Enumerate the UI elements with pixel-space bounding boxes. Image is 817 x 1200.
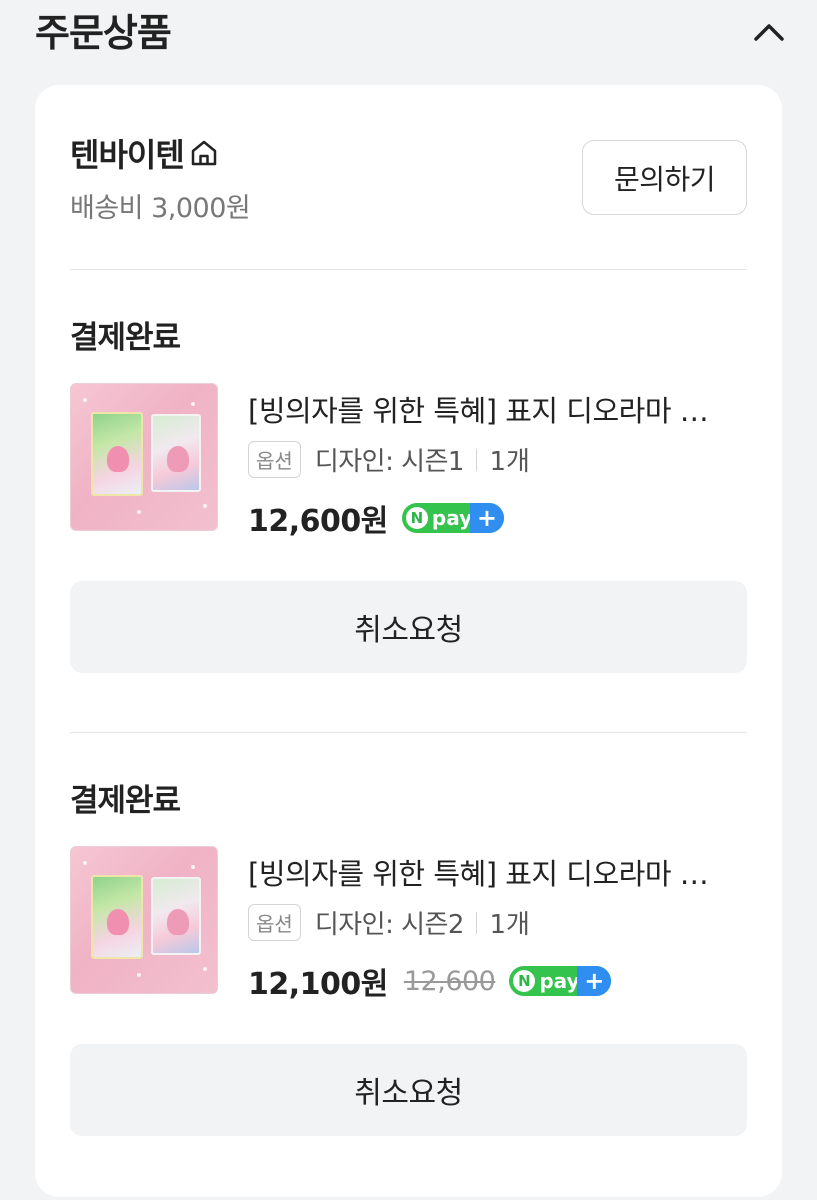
npay-plus-badge: N pay +	[509, 966, 612, 996]
shipping-fee: 배송비 3,000원	[70, 193, 251, 224]
option-row: 옵션 디자인: 시즌2 1개	[248, 904, 530, 941]
price-row: 12,100원 12,600 N pay +	[248, 959, 612, 1003]
product-name[interactable]: [빙의자를 위한 특혜] 표지 디오라마 아크릴 스탠드	[248, 851, 728, 893]
collapse-button[interactable]	[748, 12, 790, 52]
option-separator	[475, 448, 478, 471]
plus-icon: +	[577, 966, 612, 996]
npay-n-icon: N	[405, 507, 428, 529]
product-thumbnail[interactable]	[70, 383, 218, 531]
price: 12,100원	[248, 967, 388, 1002]
npay-plus-badge: N pay +	[401, 503, 504, 533]
option-row: 옵션 디자인: 시즌1 1개	[248, 441, 530, 478]
product-name[interactable]: [빙의자를 위한 특혜] 표지 디오라마 아크릴 스탠드	[248, 388, 728, 430]
option-text: 디자인: 시즌1	[314, 447, 465, 477]
option-text: 디자인: 시즌2	[314, 910, 465, 940]
cancel-request-button[interactable]: 취소요청	[70, 581, 747, 673]
order-status: 결제완료	[70, 320, 181, 356]
order-status: 결제완료	[70, 783, 181, 819]
option-badge: 옵션	[248, 904, 301, 941]
option-separator	[475, 911, 478, 934]
inquiry-button[interactable]: 문의하기	[582, 140, 747, 215]
seller-name[interactable]: 텐바이텐	[70, 130, 185, 176]
cancel-request-button[interactable]: 취소요청	[70, 1044, 747, 1136]
option-badge: 옵션	[248, 441, 301, 478]
price: 12,600원	[248, 504, 388, 539]
seller-row[interactable]: 텐바이텐	[70, 130, 220, 176]
original-price: 12,600	[403, 965, 496, 997]
quantity: 1개	[489, 447, 530, 477]
order-items-header[interactable]: 주문상품	[0, 0, 817, 62]
product-thumbnail[interactable]	[70, 846, 218, 994]
quantity: 1개	[489, 910, 530, 940]
divider	[70, 732, 747, 733]
section-title: 주문상품	[35, 11, 172, 55]
plus-icon: +	[469, 503, 504, 533]
chevron-up-icon	[754, 24, 784, 41]
order-card: 텐바이텐 배송비 3,000원 문의하기 결제완료 [빙의자를 위한 특혜] 표…	[35, 85, 782, 1197]
npay-n-icon: N	[513, 970, 536, 992]
price-row: 12,600원 N pay +	[248, 496, 504, 540]
home-icon[interactable]	[188, 137, 220, 169]
divider	[70, 269, 747, 270]
